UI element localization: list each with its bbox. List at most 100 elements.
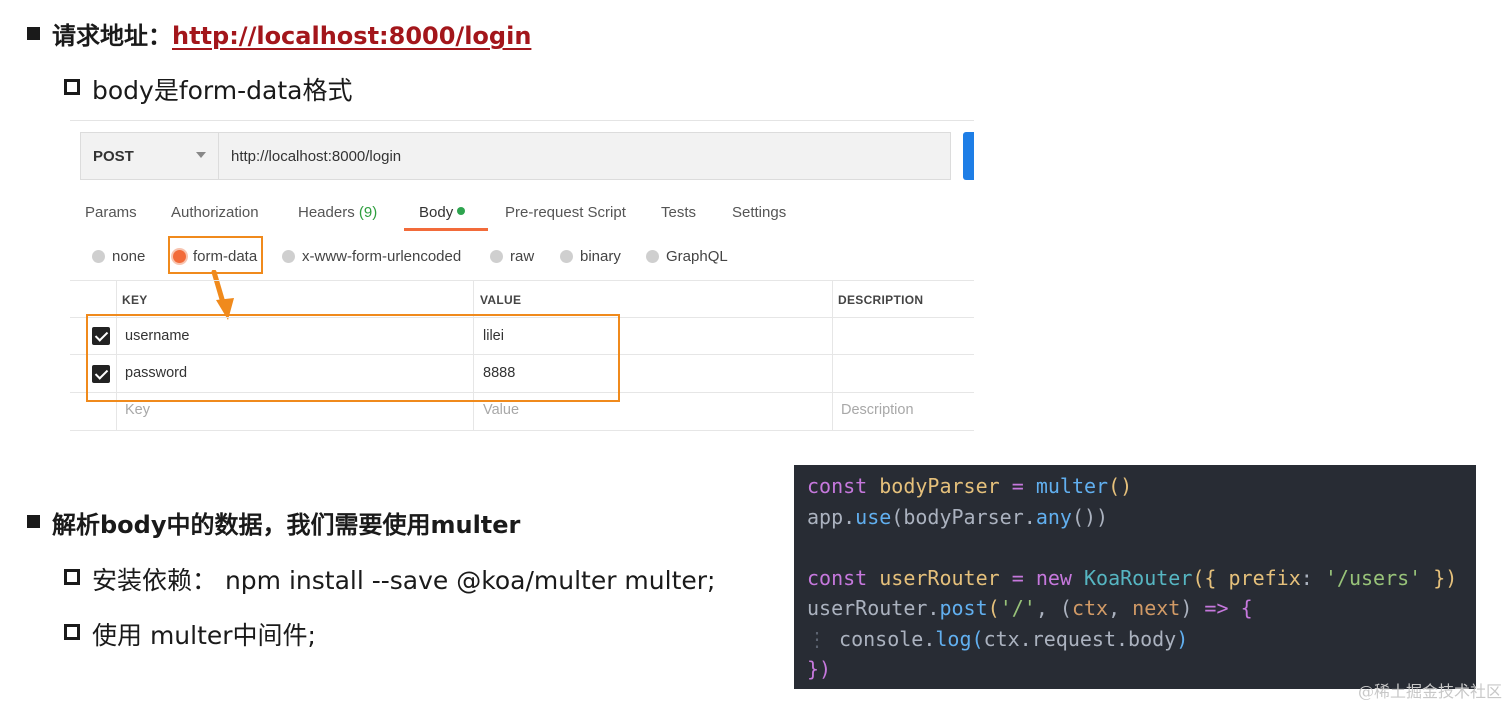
code-token: '/' (1000, 596, 1036, 620)
radio-none[interactable]: none (92, 248, 145, 265)
status-dot-icon (457, 207, 465, 215)
code-token: next (1132, 596, 1180, 620)
code-token: ctx (1072, 596, 1108, 620)
tab-headers[interactable]: Headers (9) (298, 204, 377, 221)
tab-pre-request-script-label: Pre-request Script (505, 204, 626, 221)
request-url-link[interactable]: http://localhost:8000/login (172, 22, 531, 50)
code-token: . (923, 627, 935, 651)
code-token: ) (1176, 627, 1188, 651)
code-snippet: const bodyParser = multer()app.use(bodyP… (794, 465, 1476, 689)
radio-icon (490, 250, 503, 263)
code-token: prefix (1229, 566, 1301, 590)
tab-authorization-label: Authorization (171, 204, 259, 221)
filled-square-bullet-icon (27, 515, 40, 528)
tab-params-label: Params (85, 204, 137, 221)
radio-icon (282, 250, 295, 263)
radio-binary-label: binary (580, 248, 621, 265)
radio-binary[interactable]: binary (560, 248, 621, 265)
radio-raw-label: raw (510, 248, 534, 265)
body-format-bullet: body是form-data格式 (92, 71, 352, 107)
code-token: userRouter (879, 566, 999, 590)
tab-tests[interactable]: Tests (661, 204, 696, 221)
tab-body-label: Body (419, 204, 453, 221)
code-token: '/users' (1325, 566, 1421, 590)
tab-settings-label: Settings (732, 204, 786, 221)
code-token: const (807, 474, 867, 498)
code-token: ({ (1192, 566, 1216, 590)
radio-icon (92, 250, 105, 263)
code-line-4: const userRouter = new KoaRouter({ prefi… (807, 563, 1476, 594)
active-tab-indicator (404, 228, 488, 231)
form-data-highlight-box (168, 236, 263, 274)
code-token: ( (988, 596, 1000, 620)
code-token: bodyParser (879, 474, 999, 498)
tab-headers-count: (9) (359, 204, 377, 221)
panel-top-divider (70, 120, 974, 121)
radio-icon (646, 250, 659, 263)
new-value-placeholder[interactable]: Value (483, 402, 519, 418)
code-token: = (1012, 566, 1024, 590)
code-token: console (839, 627, 923, 651)
code-token: new (1036, 566, 1072, 590)
postman-request-panel: POST http://localhost:8000/login Params … (70, 118, 974, 434)
code-token: : (1301, 566, 1313, 590)
rows-highlight-box (86, 314, 620, 402)
hollow-square-bullet-icon (64, 569, 80, 585)
tab-pre-request-script[interactable]: Pre-request Script (505, 204, 626, 221)
filled-square-bullet-icon (27, 27, 40, 40)
tab-params[interactable]: Params (85, 204, 137, 221)
code-token: = (1012, 474, 1024, 498)
url-input[interactable]: http://localhost:8000/login (218, 132, 951, 180)
code-token: ()) (1072, 505, 1108, 529)
table-top-divider (70, 280, 974, 281)
column-header-key: KEY (122, 293, 148, 307)
tab-body[interactable]: Body (419, 204, 465, 221)
indent-guide: ⋮ (807, 627, 827, 651)
method-label: POST (93, 148, 134, 165)
code-token: use (855, 505, 891, 529)
new-key-placeholder[interactable]: Key (125, 402, 150, 418)
code-token: }) (1433, 566, 1457, 590)
tab-tests-label: Tests (661, 204, 696, 221)
code-token: => (1204, 596, 1228, 620)
code-token: . (927, 596, 939, 620)
send-button[interactable] (963, 132, 974, 180)
code-token: ( (891, 505, 903, 529)
code-token: post (939, 596, 987, 620)
code-token: , ( (1036, 596, 1072, 620)
code-line-5: userRouter.post('/', (ctx, next) => { (807, 593, 1476, 624)
code-token: log (935, 627, 971, 651)
code-token: { (1241, 596, 1253, 620)
code-token: ctx.request.body (984, 627, 1177, 651)
radio-x-www-form-urlencoded[interactable]: x-www-form-urlencoded (282, 248, 461, 265)
code-token: , (1108, 596, 1132, 620)
tab-settings[interactable]: Settings (732, 204, 786, 221)
code-token: . (843, 505, 855, 529)
method-select[interactable]: POST (80, 132, 218, 180)
radio-graphql[interactable]: GraphQL (646, 248, 728, 265)
code-line-6: ⋮ console.log(ctx.request.body) (807, 624, 1476, 655)
url-input-value: http://localhost:8000/login (231, 148, 401, 165)
code-line-2: app.use(bodyParser.any()) (807, 502, 1476, 533)
code-token: bodyParser (903, 505, 1023, 529)
tab-headers-label: Headers (298, 204, 355, 221)
table-bottom-divider (70, 430, 974, 431)
use-middleware-bullet: 使用 multer中间件; (92, 616, 316, 652)
new-description-placeholder[interactable]: Description (841, 402, 914, 418)
code-token: userRouter (807, 596, 927, 620)
tab-authorization[interactable]: Authorization (171, 204, 259, 221)
column-divider (832, 280, 833, 430)
code-token: const (807, 566, 867, 590)
request-url-heading: 请求地址：http://localhost:8000/login (52, 16, 531, 51)
hollow-square-bullet-icon (64, 624, 80, 640)
code-token: ) (1180, 596, 1192, 620)
code-token: () (1108, 474, 1132, 498)
radio-raw[interactable]: raw (490, 248, 534, 265)
code-token: }) (807, 657, 831, 681)
install-bullet: 安装依赖： npm install --save @koa/multer mul… (92, 561, 715, 597)
code-token: multer (1036, 474, 1108, 498)
code-token: ( (972, 627, 984, 651)
radio-graphql-label: GraphQL (666, 248, 728, 265)
radio-none-label: none (112, 248, 145, 265)
watermark: @稀土掘金技术社区 (1358, 678, 1502, 702)
